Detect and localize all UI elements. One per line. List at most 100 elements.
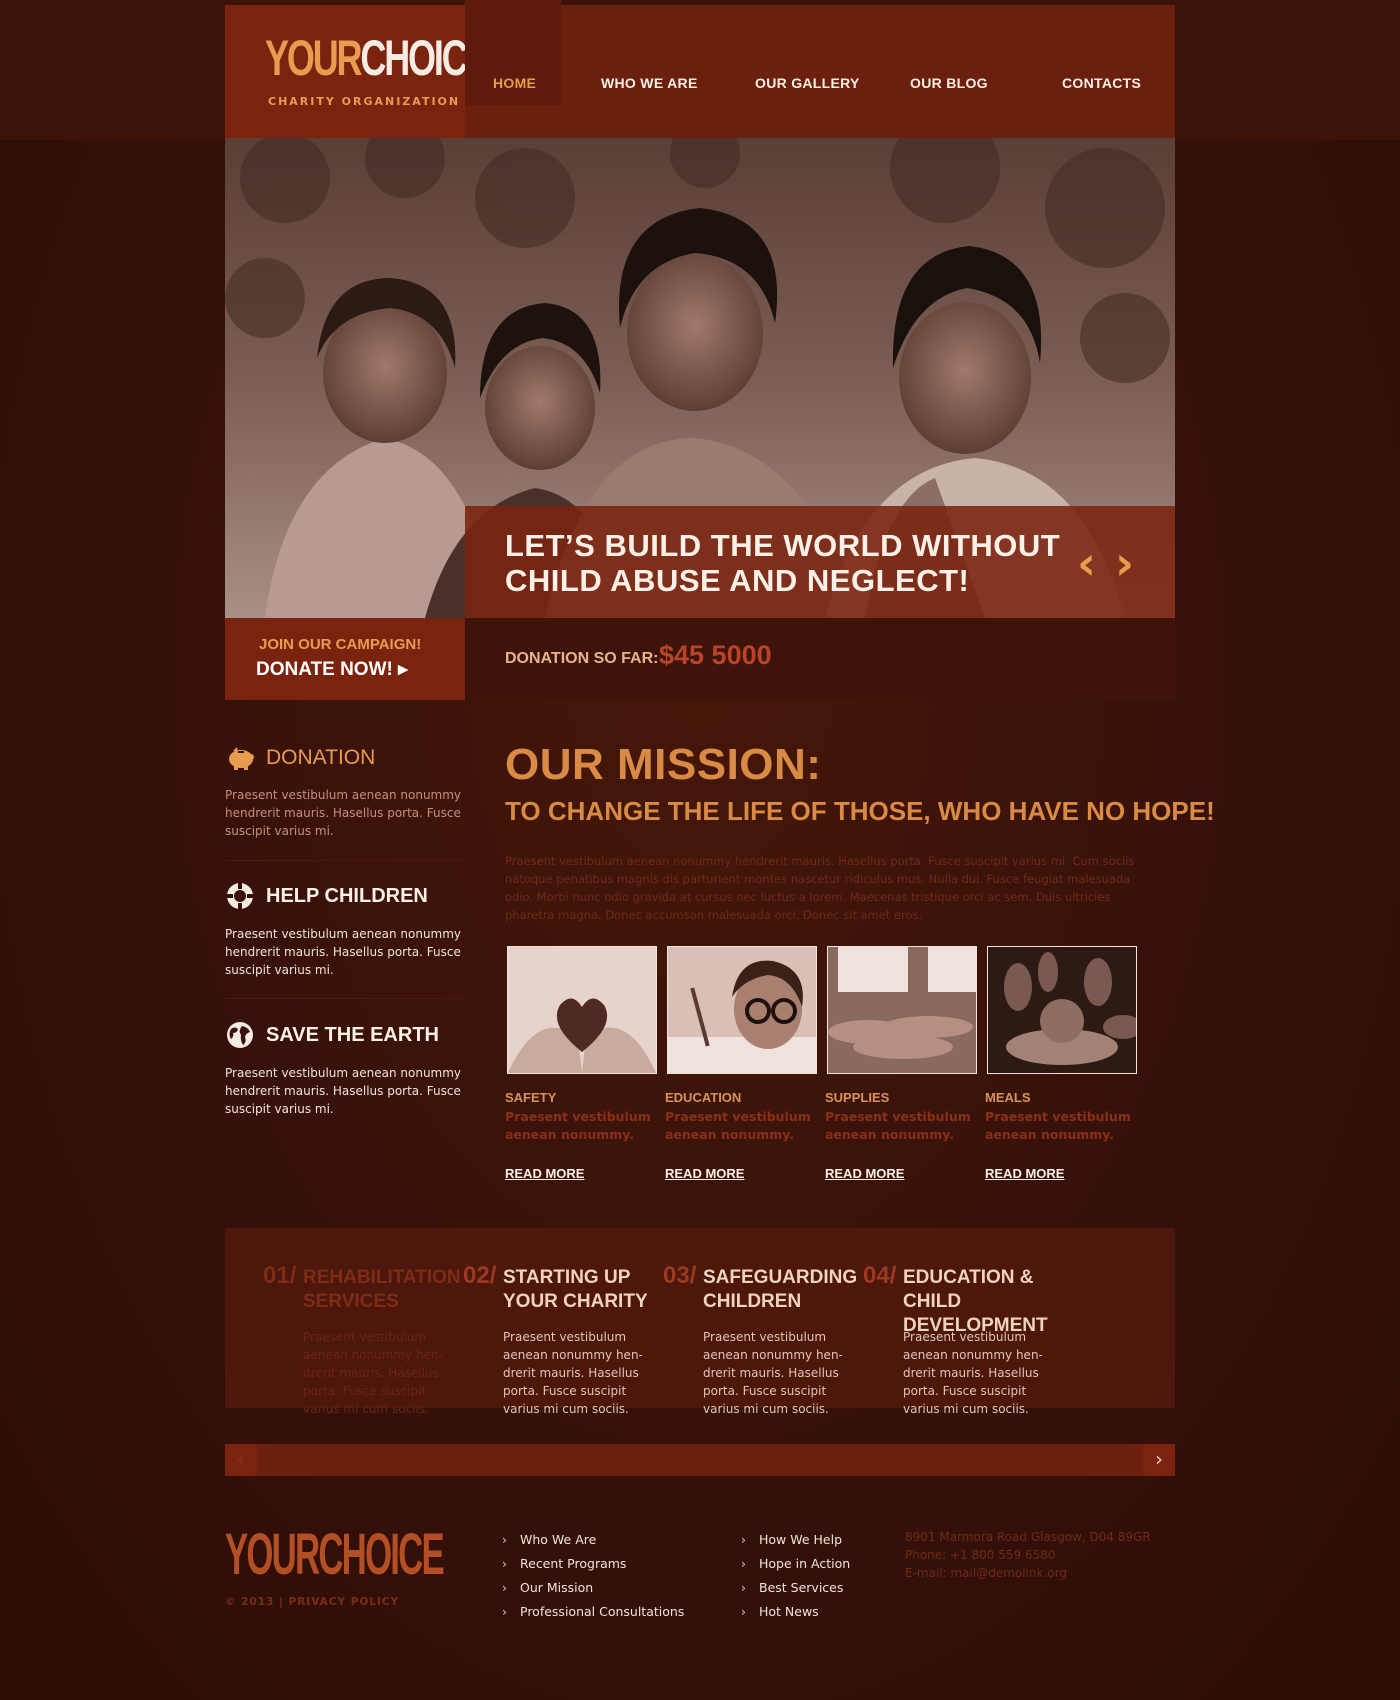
divider	[225, 998, 465, 999]
mission-subtitle: TO CHANGE THE LIFE OF THOSE, WHO HAVE NO…	[505, 796, 1215, 826]
read-more-link[interactable]: READ MORE	[505, 1166, 584, 1181]
chevron-right-icon: ›	[502, 1580, 507, 1595]
program-number: 03/	[663, 1262, 697, 1289]
chevron-right-icon: ›	[741, 1532, 746, 1547]
scroll-right-icon[interactable]: ›	[1143, 1444, 1175, 1476]
feature-text: Praesent vestibulum aenean nonummy hendr…	[225, 788, 462, 838]
footer-logo[interactable]: YOURCHOICE	[225, 1526, 445, 1584]
program-text: Praesent vestibulum aenean nonummy hen-d…	[303, 1330, 443, 1416]
divider	[225, 860, 465, 861]
card-title: SUPPLIES	[825, 1090, 890, 1105]
feature-title[interactable]: DONATION	[266, 746, 375, 770]
card-image[interactable]	[667, 946, 817, 1074]
program-number: 04/	[863, 1262, 897, 1289]
footer-link-label: Our Mission	[520, 1580, 594, 1595]
chevron-right-icon: ›	[502, 1604, 507, 1619]
feature-text: Praesent vestibulum aenean nonummy hendr…	[225, 927, 462, 977]
nav-our-blog[interactable]: OUR BLOG	[910, 75, 988, 91]
programs-carousel: 01/ REHABILITATION SERVICES Praesent ves…	[225, 1228, 1175, 1416]
mission-title: OUR MISSION:	[505, 740, 822, 789]
site-header: YOURCHOICE CHARITY ORGANIZATION HOME WHO…	[225, 0, 1175, 138]
card-text: Praesent vestibulum aenean nonummy.	[505, 1109, 651, 1142]
feature-title[interactable]: SAVE THE EARTH	[266, 1024, 439, 1047]
lifebuoy-icon	[227, 883, 253, 909]
feature-text: Praesent vestibulum aenean nonummy hendr…	[225, 1066, 462, 1116]
nav-contacts[interactable]: CONTACTS	[1062, 75, 1141, 91]
footer-link[interactable]: › Our Mission	[502, 1576, 684, 1600]
hero-slider: LET’S BUILD THE WORLD WITHOUT CHILD ABUS…	[225, 138, 1175, 618]
donation-amount: $45 5000	[659, 640, 772, 670]
chevron-right-icon: ›	[741, 1556, 746, 1571]
site-footer: YOURCHOICE © 2013 | PRIVACY POLICY › Who …	[225, 1520, 1175, 1640]
hero-caption: LET’S BUILD THE WORLD WITHOUT CHILD ABUS…	[465, 506, 1175, 618]
hero-title: LET’S BUILD THE WORLD WITHOUT CHILD ABUS…	[505, 528, 1061, 598]
program-title: STARTING UP YOUR CHARITY	[503, 1267, 648, 1312]
mission-text: Praesent vestibulum aenean nonummy hendr…	[505, 854, 1135, 922]
nav-our-gallery[interactable]: OUR GALLERY	[755, 75, 860, 91]
hero-next-arrow-icon[interactable]: ›	[1115, 536, 1134, 590]
footer-link-label: Who We Are	[520, 1532, 597, 1547]
program-text: Praesent vestibulum aenean nonummy hen-d…	[503, 1330, 643, 1416]
read-more-link[interactable]: READ MORE	[665, 1166, 744, 1181]
footer-link[interactable]: › Best Services	[741, 1576, 850, 1600]
hero-prev-arrow-icon[interactable]: ‹	[1077, 536, 1096, 590]
footer-link-label: Recent Programs	[520, 1556, 627, 1571]
footer-link[interactable]: › Who We Are	[502, 1528, 684, 1552]
footer-link-label: Hot News	[759, 1604, 819, 1619]
logo[interactable]: YOURCHOICE CHARITY ORGANIZATION	[225, 5, 490, 138]
card-title: EDUCATION	[665, 1090, 742, 1105]
chevron-right-icon: ›	[741, 1604, 746, 1619]
program-number: 02/	[463, 1262, 497, 1289]
chevron-right-icon: ›	[741, 1580, 746, 1595]
footer-link[interactable]: › Hot News	[741, 1600, 850, 1624]
footer-email[interactable]: E-mail: mail@demolink.org	[905, 1564, 1151, 1582]
card-text: Praesent vestibulum aenean nonummy.	[825, 1109, 971, 1142]
footer-link[interactable]: › Hope in Action	[741, 1552, 850, 1576]
footer-link[interactable]: › How We Help	[741, 1528, 850, 1552]
program-title: SAFEGUARDING CHILDREN	[703, 1267, 858, 1312]
piggy-bank-icon	[229, 747, 254, 770]
donation-total-bar: DONATION SO FAR: $45 5000	[465, 618, 1175, 700]
card-text: Praesent vestibulum aenean nonummy.	[665, 1109, 811, 1142]
footer-phone: Phone: +1 800 559 6580	[905, 1548, 1056, 1562]
donation-label: DONATION SO FAR:	[505, 650, 659, 667]
footer-contact: 8901 Marmora Road Glasgow, D04 89GR Phon…	[905, 1528, 1151, 1582]
footer-link-label: How We Help	[759, 1532, 843, 1547]
footer-link[interactable]: › Professional Consultations	[502, 1600, 684, 1624]
footer-links-col-2: › How We Help › Hope in Action › Best Servi…	[741, 1528, 850, 1624]
logo-your: YOUR	[265, 30, 363, 86]
footer-address: 8901 Marmora Road Glasgow, D04 89GR	[905, 1530, 1151, 1544]
program-number: 01/	[263, 1262, 297, 1289]
footer-copyright[interactable]: © 2013 | PRIVACY POLICY	[225, 1596, 399, 1608]
chevron-right-icon: ›	[502, 1556, 507, 1571]
nav-who-we-are[interactable]: WHO WE ARE	[601, 75, 698, 91]
scroll-left-icon[interactable]: ‹	[225, 1444, 257, 1476]
donate-now-label: DONATE NOW! ▸	[256, 659, 408, 680]
join-campaign-label: JOIN OUR CAMPAIGN!	[259, 636, 422, 653]
footer-link-label: Hope in Action	[759, 1556, 851, 1571]
donate-now-button[interactable]: JOIN OUR CAMPAIGN! DONATE NOW! ▸	[225, 618, 465, 700]
card-title: MEALS	[985, 1090, 1031, 1105]
logo-tagline: CHARITY ORGANIZATION	[268, 95, 461, 108]
card-image[interactable]	[507, 946, 657, 1074]
program-text: Praesent vestibulum aenean nonummy hen-d…	[703, 1330, 843, 1416]
footer-link-label: Professional Consultations	[520, 1604, 685, 1619]
main-nav: HOME WHO WE ARE OUR GALLERY OUR BLOG CON…	[465, 0, 1175, 138]
footer-link-label: Best Services	[759, 1580, 844, 1595]
program-title: REHABILITATION SERVICES	[303, 1267, 461, 1312]
footer-links-col-1: › Who We Are › Recent Programs › Our Missio…	[502, 1528, 684, 1624]
card-image[interactable]	[827, 946, 977, 1074]
footer-link[interactable]: › Recent Programs	[502, 1552, 684, 1576]
program-text: Praesent vestibulum aenean nonummy hen-d…	[903, 1330, 1043, 1416]
chevron-right-icon: ›	[502, 1532, 507, 1547]
feature-title[interactable]: HELP CHILDREN	[266, 885, 428, 908]
carousel-scrollbar[interactable]: ‹ ›	[225, 1444, 1175, 1476]
read-more-link[interactable]: READ MORE	[825, 1166, 904, 1181]
card-image[interactable]	[987, 946, 1137, 1074]
card-title: SAFETY	[505, 1090, 557, 1105]
read-more-link[interactable]: READ MORE	[985, 1166, 1064, 1181]
card-text: Praesent vestibulum aenean nonummy.	[985, 1109, 1131, 1142]
nav-home[interactable]: HOME	[493, 75, 536, 91]
globe-icon	[227, 1022, 253, 1048]
logo-wordmark: YOURCHOICE	[265, 30, 490, 86]
